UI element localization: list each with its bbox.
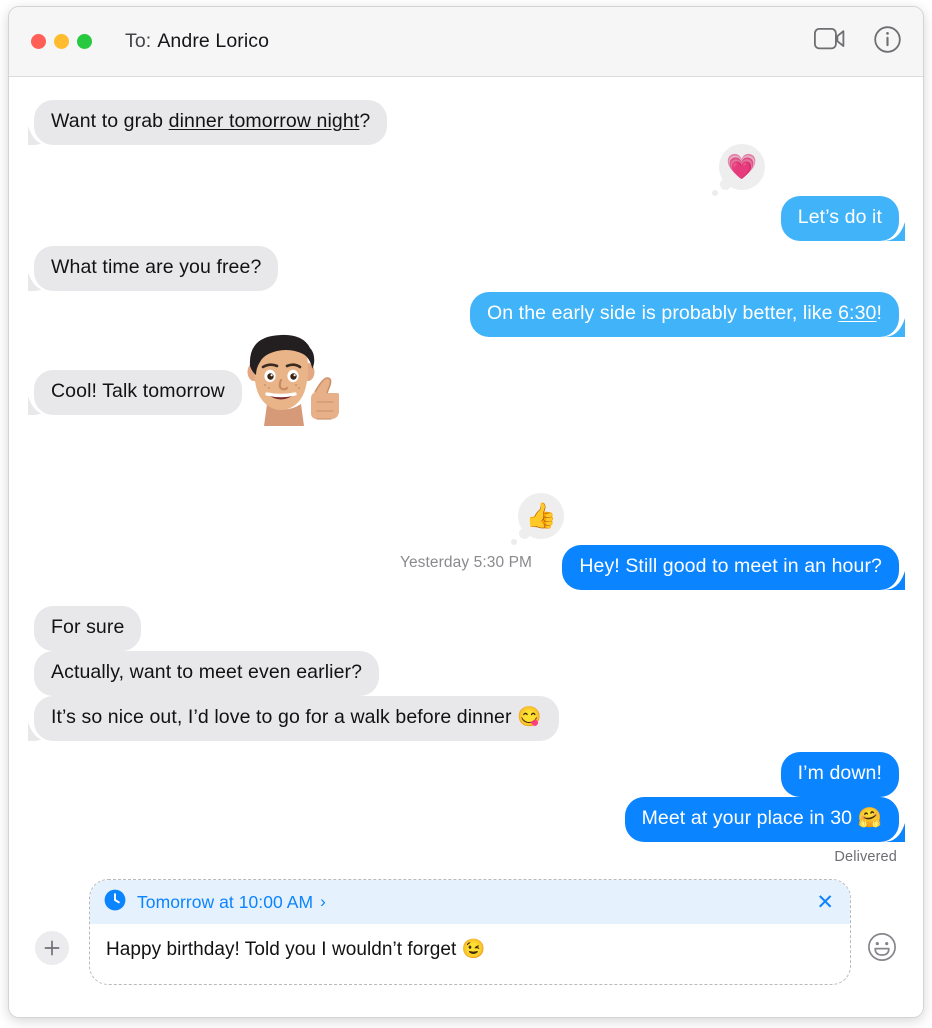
message-bubble-outgoing[interactable]: I’m down! xyxy=(780,752,899,797)
message-row: Let’s do it 💗 xyxy=(711,144,899,241)
message-transcript[interactable]: Want to grab dinner tomorrow night? Let’… xyxy=(9,77,923,867)
recipient-name: Andre Lorico xyxy=(157,30,270,52)
message-text: I’m down! xyxy=(797,762,882,784)
message-text: For sure xyxy=(51,616,125,638)
message-text: Let’s do it xyxy=(797,206,882,228)
message-bubble-incoming[interactable]: Actually, want to meet even earlier? xyxy=(34,651,380,696)
titlebar-actions xyxy=(813,25,901,58)
message-row: Hey! Still good to meet in an hour? 👍 xyxy=(511,493,899,590)
message-text: It’s so nice out, I’d love to go for a w… xyxy=(51,706,542,728)
message-link[interactable]: dinner tomorrow night xyxy=(169,110,360,132)
message-link[interactable]: 6:30 xyxy=(838,302,876,324)
heart-tapback[interactable]: 💗 xyxy=(711,144,765,196)
message-text: Meet at your place in 30 🤗 xyxy=(641,807,882,829)
message-bubble-incoming[interactable]: It’s so nice out, I’d love to go for a w… xyxy=(34,696,559,741)
message-row: Meet at your place in 30 🤗 xyxy=(624,797,899,842)
message-bubble-incoming[interactable]: What time are you free? xyxy=(34,246,279,291)
message-text-part: Want to grab xyxy=(51,110,169,132)
message-text: What time are you free? xyxy=(51,256,262,278)
maximize-window-button[interactable] xyxy=(77,34,92,49)
message-bubble-incoming[interactable]: For sure xyxy=(34,606,142,651)
plus-icon xyxy=(44,940,60,956)
emoji-smiley-icon xyxy=(868,933,896,961)
message-row: On the early side is probably better, li… xyxy=(469,292,899,337)
memoji-thumbs-up-sticker[interactable] xyxy=(229,322,342,432)
chevron-right-icon[interactable]: › xyxy=(320,892,326,912)
add-attachment-button[interactable] xyxy=(35,931,69,965)
message-text: Actually, want to meet even earlier? xyxy=(51,661,363,683)
facetime-video-icon[interactable] xyxy=(813,27,845,55)
message-row: What time are you free? xyxy=(34,246,279,291)
message-compose-field[interactable]: Tomorrow at 10:00 AM › ✕ Happy birthday!… xyxy=(89,879,851,985)
recipient-field[interactable]: To: Andre Lorico xyxy=(125,30,269,53)
window-titlebar: To: Andre Lorico xyxy=(9,7,923,77)
thumbs-up-tapback[interactable]: 👍 xyxy=(511,493,565,545)
compose-bar: Tomorrow at 10:00 AM › ✕ Happy birthday!… xyxy=(9,867,923,1017)
scheduled-send-time: Tomorrow at 10:00 AM xyxy=(137,891,314,912)
message-bubble-outgoing[interactable]: Let’s do it 💗 xyxy=(711,144,899,241)
message-bubble-outgoing[interactable]: On the early side is probably better, li… xyxy=(469,292,899,337)
tapback-emoji: 👍 xyxy=(525,501,557,530)
message-row: Actually, want to meet even earlier? xyxy=(34,651,380,696)
message-row: Cool! Talk tomorrow xyxy=(34,334,342,426)
message-row: For sure xyxy=(34,606,142,651)
messages-window: To: Andre Lorico Want to grab dinner tom… xyxy=(8,6,924,1018)
details-info-icon[interactable] xyxy=(874,25,901,58)
scheduled-send-banner[interactable]: Tomorrow at 10:00 AM › ✕ xyxy=(90,880,850,924)
to-label: To: xyxy=(125,30,152,52)
clock-icon xyxy=(104,889,126,916)
traffic-lights xyxy=(31,34,92,49)
close-window-button[interactable] xyxy=(31,34,46,49)
message-bubble-incoming[interactable]: Want to grab dinner tomorrow night? xyxy=(34,100,388,145)
message-bubble-outgoing[interactable]: Meet at your place in 30 🤗 xyxy=(624,797,899,842)
message-text-part: ? xyxy=(359,110,371,132)
emoji-picker-button[interactable] xyxy=(867,932,899,967)
message-bubble-outgoing[interactable]: Hey! Still good to meet in an hour? 👍 xyxy=(511,493,899,590)
minimize-window-button[interactable] xyxy=(54,34,69,49)
message-text-part: On the early side is probably better, li… xyxy=(486,302,839,324)
delivered-status: Delivered xyxy=(834,849,897,865)
message-row: I’m down! xyxy=(780,752,899,797)
message-text: Cool! Talk tomorrow xyxy=(51,380,225,402)
message-row: It’s so nice out, I’d love to go for a w… xyxy=(34,696,559,741)
message-text-part: ! xyxy=(876,302,882,324)
tapback-emoji: 💗 xyxy=(726,152,758,181)
message-draft-text[interactable]: Happy birthday! Told you I wouldn’t forg… xyxy=(90,924,850,963)
message-text: Hey! Still good to meet in an hour? xyxy=(579,555,882,577)
cancel-scheduled-send-button[interactable]: ✕ xyxy=(816,892,834,913)
message-bubble-incoming[interactable]: Cool! Talk tomorrow xyxy=(34,370,242,415)
message-row: Want to grab dinner tomorrow night? xyxy=(34,100,388,145)
